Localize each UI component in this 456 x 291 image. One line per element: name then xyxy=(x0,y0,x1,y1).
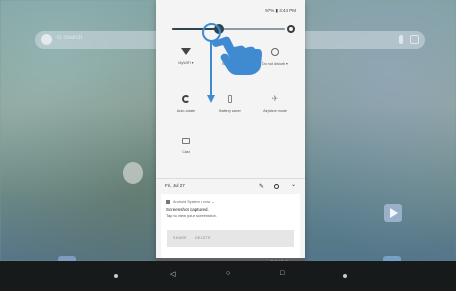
do-not-disturb-icon xyxy=(271,48,279,56)
lens-icon[interactable] xyxy=(410,35,419,44)
mic-icon[interactable] xyxy=(399,35,403,44)
tile-label: Airplane mode xyxy=(263,109,287,113)
auto-rotate-icon xyxy=(182,95,190,103)
notification-app: Android System • now ⌄ xyxy=(166,199,214,204)
divider xyxy=(156,178,305,179)
tile-label: Cast xyxy=(182,150,190,154)
battery-saver-icon xyxy=(228,95,232,103)
search-hint: G Search xyxy=(57,35,83,41)
pointing-hand-icon xyxy=(212,36,262,75)
status-bar: 97% ▮ 3:44 PM xyxy=(265,8,296,13)
edit-pencil-icon[interactable]: ✎ xyxy=(259,183,264,190)
home-icon[interactable]: ○ xyxy=(226,270,230,277)
delete-button[interactable]: DELETE xyxy=(195,236,211,240)
nav-dot-icon[interactable] xyxy=(114,274,118,278)
tile-airplane-mode[interactable]: ✈ Airplane mode xyxy=(256,94,294,114)
tile-label: Auto-rotate xyxy=(176,109,196,113)
settings-icon[interactable] xyxy=(274,184,279,189)
swipe-down-arrow-icon xyxy=(207,95,215,103)
google-logo-icon xyxy=(41,34,52,45)
brightness-slider[interactable] xyxy=(172,24,285,34)
collapse-chevron-icon[interactable]: ⌄ xyxy=(291,181,296,188)
tile-cast[interactable]: Cast xyxy=(167,138,205,154)
play-store-icon[interactable] xyxy=(384,204,402,222)
settings-gear-icon[interactable] xyxy=(287,25,295,33)
tile-wifi[interactable]: MyWiFi ▾ xyxy=(167,48,205,65)
tile-label: MyWiFi ▾ xyxy=(178,61,194,65)
shade-date: Fri, Jul 27 xyxy=(165,183,185,188)
tile-label: Battery saver xyxy=(219,109,241,113)
tile-auto-rotate[interactable]: Auto-rotate xyxy=(167,95,205,113)
navigation-bar: ◁ ○ □ xyxy=(0,261,456,291)
recents-icon[interactable]: □ xyxy=(280,270,284,277)
cast-icon xyxy=(182,138,190,144)
app-icon[interactable] xyxy=(123,162,143,184)
share-button[interactable]: SHARE xyxy=(173,236,187,240)
nav-dot-icon[interactable] xyxy=(343,274,347,278)
notification-subtitle: Tap to view your screenshot. xyxy=(166,213,217,218)
screenshot-notification[interactable]: Android System • now ⌄ Screenshot captur… xyxy=(161,194,300,268)
back-icon[interactable]: ◁ xyxy=(170,270,175,278)
tile-battery-saver[interactable]: Battery saver xyxy=(211,95,249,113)
notification-title: Screenshot captured. xyxy=(166,207,209,212)
wifi-icon xyxy=(181,48,191,55)
airplane-mode-icon: ✈ xyxy=(271,94,279,103)
